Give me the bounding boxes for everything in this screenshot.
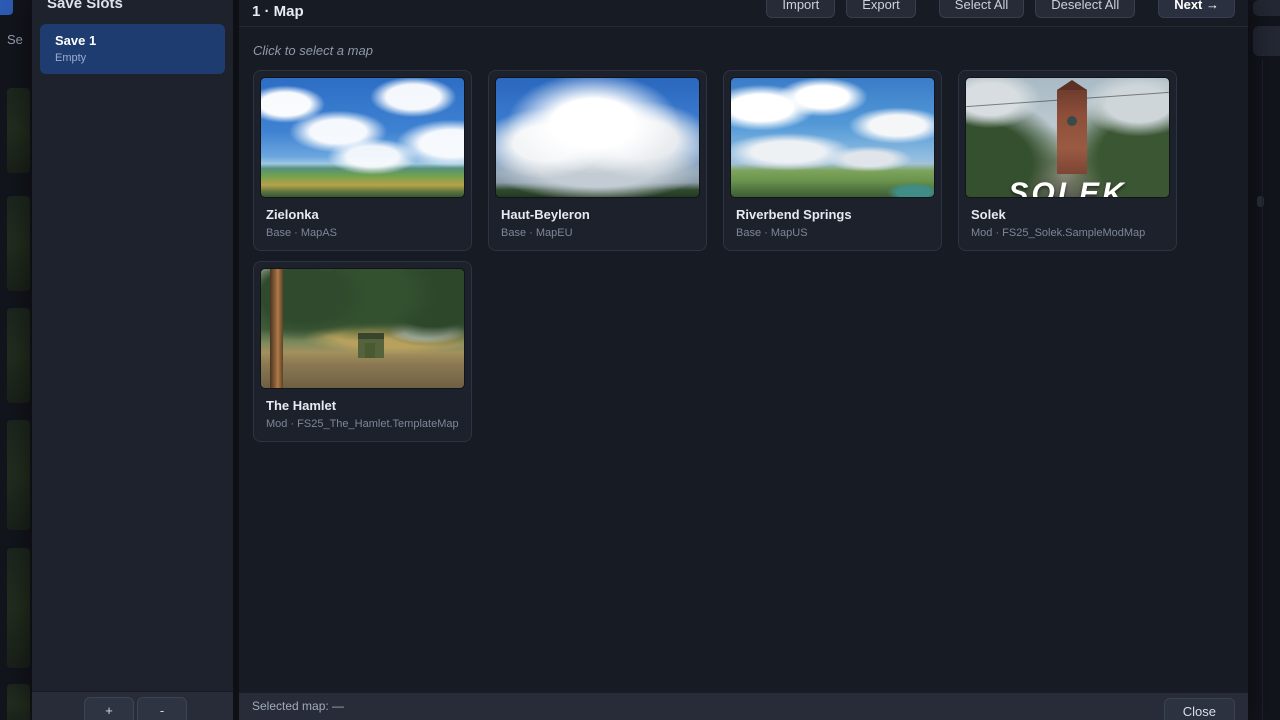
map-meta: Mod · FS25_Solek.SampleModMap [971, 227, 1164, 239]
map-card-haut-beyleron[interactable]: Haut-Beyleron Base · MapEU [488, 70, 707, 251]
map-card-riverbend-springs[interactable]: Riverbend Springs Base · MapUS [723, 70, 942, 251]
save-editor-dialog: Save Slots Save 1 Empty + - 1 · Map Impo… [32, 0, 1248, 720]
map-thumbnail [495, 77, 700, 198]
underlay-partial-label: Se [7, 32, 23, 47]
map-thumbnail [260, 268, 465, 389]
save-slot-status: Empty [55, 52, 210, 64]
underlay-right-button-fragment [1253, 0, 1280, 16]
save-slots-footer: + - [32, 691, 233, 720]
step-title: 1 · Map [252, 3, 304, 20]
underlay-map-thumb [7, 88, 30, 173]
underlay-map-thumb [7, 684, 30, 720]
header-toolbar: Import Export Select All Deselect All Ne… [766, 0, 1235, 26]
church-roof-decoration [1057, 80, 1087, 90]
thumbnail-title-text: SOLEK [966, 177, 1169, 198]
underlay-right-divider [1262, 60, 1263, 720]
underlay-right-button-fragment [1253, 26, 1280, 56]
map-name: The Hamlet [266, 398, 459, 413]
map-name: Solek [971, 207, 1164, 222]
save-slot-name: Save 1 [55, 33, 210, 48]
map-name: Riverbend Springs [736, 207, 929, 222]
underlay-map-thumb [7, 196, 30, 291]
export-button[interactable]: Export [846, 0, 916, 18]
selected-map-status: Selected map: — [252, 699, 344, 713]
map-step-footer: Selected map: — Close [239, 692, 1248, 720]
map-thumbnail [730, 77, 935, 198]
map-card-solek[interactable]: SOLEK Solek Mod · FS25_Solek.SampleModMa… [958, 70, 1177, 251]
tree-trunk-decoration [270, 269, 283, 388]
import-button[interactable]: Import [766, 0, 835, 18]
add-slot-button[interactable]: + [84, 697, 134, 720]
underlay-map-thumb [7, 308, 30, 403]
map-meta: Base · MapEU [501, 227, 694, 239]
underlay-blue-fragment [0, 0, 13, 15]
save-slots-panel: Save Slots Save 1 Empty + - [32, 0, 239, 720]
map-name: Zielonka [266, 207, 459, 222]
map-meta: Base · MapAS [266, 227, 459, 239]
save-slots-title: Save Slots [47, 0, 233, 13]
close-button[interactable]: Close [1164, 698, 1235, 720]
map-step-panel: 1 · Map Import Export Select All Deselec… [239, 0, 1248, 720]
next-button[interactable]: Next → [1158, 0, 1235, 18]
remove-slot-button[interactable]: - [137, 697, 187, 720]
map-card-zielonka[interactable]: Zielonka Base · MapAS [253, 70, 472, 251]
hut-door-decoration [365, 343, 375, 358]
save-slot-1[interactable]: Save 1 Empty [40, 24, 225, 74]
underlay-map-thumb [7, 420, 30, 530]
screen: Se Save Slots Save 1 Empty + - [0, 0, 1280, 720]
deselect-all-button[interactable]: Deselect All [1035, 0, 1135, 18]
map-select-hint: Click to select a map [253, 43, 1234, 58]
map-grid: Zielonka Base · MapAS Haut-Beyleron Base… [253, 70, 1234, 442]
map-thumbnail: SOLEK [965, 77, 1170, 198]
map-thumbnail [260, 77, 465, 198]
map-meta: Base · MapUS [736, 227, 929, 239]
underlay-map-thumb [7, 548, 30, 668]
map-name: Haut-Beyleron [501, 207, 694, 222]
church-tower-decoration [1057, 89, 1087, 175]
select-all-button[interactable]: Select All [939, 0, 1024, 18]
map-meta: Mod · FS25_The_Hamlet.TemplateMap [266, 418, 459, 430]
map-card-the-hamlet[interactable]: The Hamlet Mod · FS25_The_Hamlet.Templat… [253, 261, 472, 442]
map-step-header: 1 · Map Import Export Select All Deselec… [239, 0, 1248, 27]
